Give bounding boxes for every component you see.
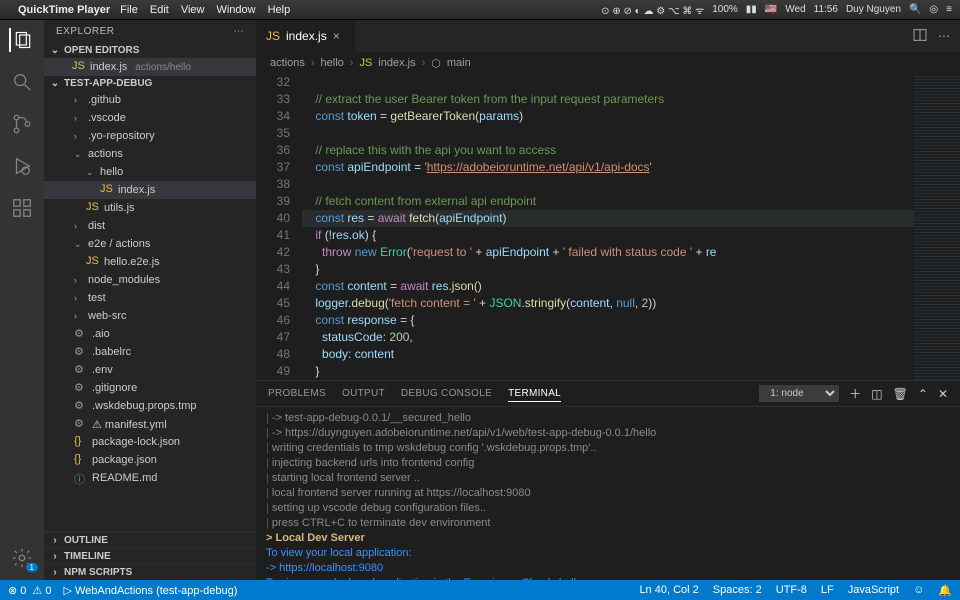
file-item[interactable]: {}package.json [44, 451, 256, 469]
extensions-icon[interactable] [10, 196, 34, 220]
folder-item[interactable]: ›node_modules [44, 271, 256, 289]
status-lang[interactable]: JavaScript [848, 584, 899, 596]
folder-item[interactable]: ⌄hello [44, 163, 256, 181]
outline-section[interactable]: ›OUTLINE [44, 532, 256, 548]
split-terminal-icon[interactable]: ◫ [871, 387, 882, 401]
file-item[interactable]: ⚙⚠ manifest.yml [44, 415, 256, 433]
panel-tab-debug-console[interactable]: DEBUG CONSOLE [401, 386, 492, 401]
bottom-panel: PROBLEMS OUTPUT DEBUG CONSOLE TERMINAL 1… [256, 380, 960, 580]
status-errors[interactable]: ⊗ 0 [8, 584, 26, 597]
time: 11:56 [814, 4, 838, 15]
day: Wed [785, 4, 805, 15]
menu-window[interactable]: Window [216, 4, 255, 16]
folder-item[interactable]: ›test [44, 289, 256, 307]
menu-view[interactable]: View [181, 4, 205, 16]
file-item[interactable]: JShello.e2e.js [44, 253, 256, 271]
spotlight-icon[interactable]: 🔍 [909, 4, 921, 15]
status-bell-icon[interactable]: 🔔 [938, 584, 952, 597]
activity-bar [0, 20, 44, 580]
open-editors-section[interactable]: ⌄OPEN EDITORS [44, 43, 256, 58]
workspace-section[interactable]: ⌄TEST-APP-DEBUG [44, 76, 256, 91]
terminal-selector[interactable]: 1: node [759, 385, 839, 402]
status-bar: ⊗ 0 ⚠ 0 ▷ WebAndActions (test-app-debug)… [0, 580, 960, 600]
run-debug-icon[interactable] [10, 154, 34, 178]
file-item[interactable]: ⚙.aio [44, 325, 256, 343]
timeline-section[interactable]: ›TIMELINE [44, 548, 256, 564]
search-icon[interactable] [10, 70, 34, 94]
breadcrumbs[interactable]: actions› hello› JS index.js› ⬡main [256, 52, 960, 74]
folder-item[interactable]: ›.yo-repository [44, 127, 256, 145]
maximize-panel-icon[interactable]: ⌃ [918, 387, 928, 401]
code-editor[interactable]: 323334353637383940414243444546474849 // … [256, 74, 960, 380]
panel-tab-terminal[interactable]: TERMINAL [508, 386, 561, 402]
file-item[interactable]: ⓘREADME.md [44, 469, 256, 487]
file-item[interactable]: ⚙.gitignore [44, 379, 256, 397]
battery-icon: ▮▮ [746, 4, 757, 15]
status-cursor[interactable]: Ln 40, Col 2 [639, 584, 698, 596]
tab-label: index.js [286, 29, 327, 43]
new-terminal-icon[interactable]: ＋ [849, 385, 861, 402]
editor-more-icon[interactable]: ⋯ [938, 29, 950, 43]
tray-icons[interactable]: ⊙ ⊕ ⊘ ◐ ☁ ⚙ ⌥ ⌘ ᯤ [601, 3, 704, 17]
sidebar-more-icon[interactable]: ⋯ [234, 26, 245, 37]
notifications-icon[interactable]: ≡ [946, 4, 952, 15]
control-center-icon[interactable]: ◎ [929, 4, 938, 15]
npm-scripts-section[interactable]: ›NPM SCRIPTS [44, 564, 256, 580]
close-panel-icon[interactable]: ✕ [938, 387, 948, 401]
user: Duy Nguyen [846, 4, 901, 15]
status-launch[interactable]: ▷ WebAndActions (test-app-debug) [63, 584, 237, 597]
status-feedback-icon[interactable]: ☺ [913, 584, 924, 596]
close-icon[interactable]: × [333, 29, 340, 43]
menu-help[interactable]: Help [268, 4, 291, 16]
battery-pct: 100% [712, 4, 738, 15]
folder-item[interactable]: ⌄e2e / actions [44, 235, 256, 253]
split-editor-icon[interactable] [912, 27, 928, 46]
explorer-sidebar: EXPLORER ⋯ ⌄OPEN EDITORS JSindex.jsactio… [44, 20, 256, 580]
file-item[interactable]: {}package-lock.json [44, 433, 256, 451]
folder-item[interactable]: ⌄actions [44, 145, 256, 163]
file-item[interactable]: ⚙.babelrc [44, 343, 256, 361]
editor-group: JS index.js × ⋯ actions› hello› JS index… [256, 20, 960, 580]
panel-tab-problems[interactable]: PROBLEMS [268, 386, 326, 401]
folder-item[interactable]: ›.vscode [44, 109, 256, 127]
js-file-icon: JS [266, 29, 280, 43]
status-encoding[interactable]: UTF-8 [776, 584, 807, 596]
file-tree: ›.github›.vscode›.yo-repository⌄actions⌄… [44, 91, 256, 531]
folder-item[interactable]: ›web-src [44, 307, 256, 325]
source-control-icon[interactable] [10, 112, 34, 136]
minimap[interactable] [914, 74, 960, 380]
explorer-icon[interactable] [9, 28, 33, 52]
flag-icon[interactable]: 🇺🇸 [765, 4, 777, 15]
terminal-output[interactable]: | -> test-app-debug-0.0.1/__secured_hell… [256, 407, 960, 580]
status-warnings[interactable]: ⚠ 0 [32, 584, 51, 597]
file-item[interactable]: ⚙.env [44, 361, 256, 379]
file-item[interactable]: JSutils.js [44, 199, 256, 217]
file-item[interactable]: JSindex.js [44, 181, 256, 199]
tab-bar: JS index.js × ⋯ [256, 20, 960, 52]
macos-menubar: QuickTime Player File Edit View Window H… [0, 0, 960, 20]
file-item[interactable]: ⚙.wskdebug.props.tmp [44, 397, 256, 415]
open-editor-item[interactable]: JSindex.jsactions/hello [44, 58, 256, 76]
folder-item[interactable]: ›dist [44, 217, 256, 235]
panel-tab-output[interactable]: OUTPUT [342, 386, 385, 401]
status-eol[interactable]: LF [821, 584, 834, 596]
menubar-app[interactable]: QuickTime Player [18, 4, 110, 16]
status-spaces[interactable]: Spaces: 2 [713, 584, 762, 596]
tab-index-js[interactable]: JS index.js × [256, 20, 356, 52]
menu-edit[interactable]: Edit [150, 4, 169, 16]
sidebar-title: EXPLORER ⋯ [44, 20, 256, 43]
settings-icon[interactable] [10, 546, 34, 570]
menu-file[interactable]: File [120, 4, 138, 16]
kill-terminal-icon[interactable]: 🗑 [893, 387, 908, 401]
folder-item[interactable]: ›.github [44, 91, 256, 109]
